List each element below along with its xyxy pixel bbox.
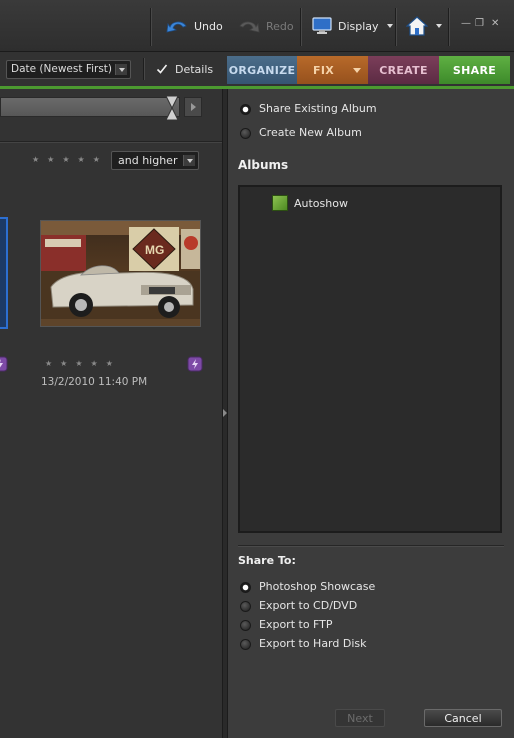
export-ftp-radio[interactable] <box>240 620 251 631</box>
export-hard-disk-radio[interactable] <box>240 639 251 650</box>
monitor-icon <box>312 17 332 34</box>
timeline-slider-handle[interactable] <box>164 95 180 121</box>
selected-thumbnail[interactable] <box>0 217 8 329</box>
undo-label: Undo <box>194 19 223 33</box>
sort-order-value: Date (Newest First) <box>11 63 113 75</box>
timeline-scroll-right-button[interactable] <box>184 97 202 117</box>
toolbar-divider <box>150 8 151 46</box>
star-icon[interactable]: ★ <box>75 359 82 368</box>
photo-rating-stars[interactable]: ★ ★ ★ ★ ★ <box>45 359 113 368</box>
export-cd-dvd-label[interactable]: Export to CD/DVD <box>259 599 357 612</box>
sort-order-select[interactable]: Date (Newest First) <box>6 60 131 79</box>
export-ftp-label[interactable]: Export to FTP <box>259 618 333 631</box>
create-new-album-label[interactable]: Create New Album <box>259 126 362 139</box>
star-icon[interactable]: ★ <box>32 155 39 164</box>
share-panel: Share Existing Album Create New Album Al… <box>228 89 514 738</box>
star-icon[interactable]: ★ <box>60 359 67 368</box>
tab-share-label: SHARE <box>452 63 497 77</box>
car-photo-image: MG <box>41 221 200 326</box>
photo-date: 13/2/2010 11:40 PM <box>41 376 148 388</box>
toolbar-divider <box>448 8 449 46</box>
share-existing-album-label[interactable]: Share Existing Album <box>259 102 377 115</box>
main-toolbar: Undo Redo Display — ❐ ✕ <box>0 0 514 52</box>
display-label: Display <box>338 19 379 33</box>
photoshop-showcase-radio[interactable] <box>240 582 251 593</box>
divider <box>0 141 222 142</box>
rating-filter-stars[interactable]: ★ ★ ★ ★ ★ <box>32 155 100 164</box>
tab-create-label: CREATE <box>379 63 428 77</box>
restore-icon[interactable]: ❐ <box>475 18 484 29</box>
next-button-label: Next <box>347 711 373 725</box>
timeline-slider[interactable] <box>0 97 180 117</box>
next-button[interactable]: Next <box>335 709 385 727</box>
chevron-down-icon[interactable] <box>353 68 361 73</box>
tab-create[interactable]: CREATE <box>368 56 439 84</box>
toolbar-divider <box>300 8 301 46</box>
home-button[interactable] <box>406 14 442 38</box>
options-divider <box>143 58 144 80</box>
export-hard-disk-label[interactable]: Export to Hard Disk <box>259 637 367 650</box>
chevron-down-icon <box>386 24 393 28</box>
cancel-button-label: Cancel <box>444 711 482 725</box>
chevron-down-icon <box>115 64 127 75</box>
svg-text:MG: MG <box>145 243 164 257</box>
home-icon <box>406 16 428 36</box>
redo-icon <box>239 21 260 33</box>
display-button[interactable]: Display <box>312 14 393 38</box>
undo-button[interactable]: Undo <box>166 14 223 38</box>
star-icon[interactable]: ★ <box>106 359 113 368</box>
tab-organize-label: ORGANIZE <box>228 63 296 77</box>
online-album-badge-icon <box>187 356 203 372</box>
tab-fix[interactable]: FIX <box>297 56 368 84</box>
photo-thumbnail[interactable]: MG <box>40 220 201 327</box>
details-checkbox[interactable] <box>156 63 168 75</box>
redo-label: Redo <box>266 19 294 33</box>
rating-filter-select[interactable]: and higher <box>111 151 199 170</box>
media-browser: ★ ★ ★ ★ ★ and higher MG ★ ★ ★ ★ ★ 13/2/2… <box>0 89 222 738</box>
star-icon[interactable]: ★ <box>47 155 54 164</box>
star-icon[interactable]: ★ <box>93 155 100 164</box>
album-name: Autoshow <box>294 197 348 210</box>
tab-organize[interactable]: ORGANIZE <box>227 56 297 84</box>
undo-icon <box>166 21 187 33</box>
redo-button[interactable]: Redo <box>238 14 294 38</box>
albums-heading: Albums <box>238 158 289 172</box>
minimize-icon[interactable]: — <box>461 18 471 29</box>
create-new-album-radio[interactable] <box>240 128 251 139</box>
divider <box>238 545 504 546</box>
mode-tabs: ORGANIZE FIX CREATE SHARE <box>227 56 510 84</box>
online-album-badge-icon <box>0 356 8 372</box>
chevron-down-icon <box>436 24 442 28</box>
rating-filter-value: and higher <box>118 154 178 167</box>
album-icon <box>272 195 288 211</box>
tab-share[interactable]: SHARE <box>439 56 510 84</box>
star-icon[interactable]: ★ <box>62 155 69 164</box>
chevron-down-icon <box>183 155 195 166</box>
tab-fix-label: FIX <box>313 63 334 77</box>
albums-list[interactable]: Autoshow <box>238 185 502 533</box>
toolbar-divider <box>395 8 396 46</box>
cancel-button[interactable]: Cancel <box>424 709 502 727</box>
star-icon[interactable]: ★ <box>45 359 52 368</box>
star-icon[interactable]: ★ <box>91 359 98 368</box>
star-icon[interactable]: ★ <box>78 155 85 164</box>
export-cd-dvd-radio[interactable] <box>240 601 251 612</box>
share-existing-album-radio[interactable] <box>240 104 251 115</box>
details-label: Details <box>175 63 214 76</box>
close-icon[interactable]: ✕ <box>491 18 499 29</box>
share-to-heading: Share To: <box>238 554 296 567</box>
photoshop-showcase-label[interactable]: Photoshop Showcase <box>259 580 375 593</box>
